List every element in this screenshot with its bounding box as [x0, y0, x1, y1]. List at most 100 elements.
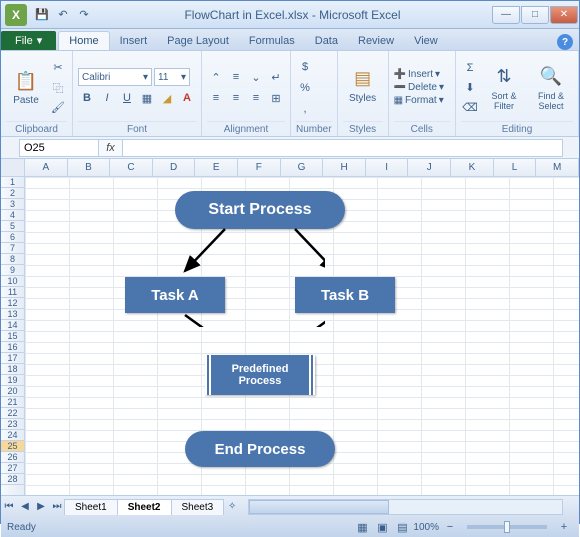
file-tab[interactable]: File▾	[1, 31, 56, 50]
sheet-tab-3[interactable]: Sheet3	[171, 499, 225, 515]
row-header[interactable]: 10	[1, 276, 24, 287]
border-button[interactable]: ▦	[138, 89, 156, 107]
tab-formulas[interactable]: Formulas	[239, 32, 305, 50]
tab-view[interactable]: View	[404, 32, 448, 50]
minimize-button[interactable]: —	[492, 6, 520, 24]
row-header[interactable]: 6	[1, 232, 24, 243]
help-icon[interactable]: ?	[557, 34, 573, 50]
clear-button[interactable]: ⌫	[461, 99, 479, 117]
bold-button[interactable]: B	[78, 89, 96, 107]
row-header[interactable]: 21	[1, 397, 24, 408]
name-box[interactable]: O25	[19, 139, 99, 157]
format-button[interactable]: ▦Format▾	[394, 95, 450, 106]
align-middle-button[interactable]: ≡	[227, 68, 245, 86]
row-header[interactable]: 25	[1, 441, 24, 452]
row-header[interactable]: 26	[1, 452, 24, 463]
horizontal-scrollbar[interactable]	[248, 499, 563, 515]
shape-task-b[interactable]: Task B	[295, 277, 395, 313]
font-name-select[interactable]: Calibri▾	[78, 68, 152, 86]
tab-page-layout[interactable]: Page Layout	[157, 32, 239, 50]
tab-insert[interactable]: Insert	[110, 32, 158, 50]
col-header[interactable]: F	[238, 159, 281, 176]
new-sheet-button[interactable]: ✧	[224, 499, 240, 515]
first-sheet-button[interactable]: ⏮	[1, 499, 17, 515]
shape-predefined-process[interactable]: Predefined Process	[205, 355, 315, 395]
merge-button[interactable]: ⊞	[267, 89, 285, 107]
fill-button[interactable]: ⬇	[461, 79, 479, 97]
sheet-tab-1[interactable]: Sheet1	[64, 499, 118, 515]
col-header[interactable]: E	[195, 159, 238, 176]
worksheet-grid[interactable]: ABCDEFGHIJKLM 12345678910111213141516171…	[1, 159, 579, 495]
currency-button[interactable]: $	[296, 58, 314, 76]
row-header[interactable]: 17	[1, 353, 24, 364]
col-header[interactable]: A	[25, 159, 68, 176]
col-header[interactable]: I	[366, 159, 409, 176]
redo-icon[interactable]: ↷	[75, 6, 93, 24]
row-header[interactable]: 8	[1, 254, 24, 265]
wrap-text-button[interactable]: ↵	[267, 68, 285, 86]
row-header[interactable]: 16	[1, 342, 24, 353]
align-left-button[interactable]: ≡	[207, 89, 225, 107]
row-header[interactable]: 20	[1, 386, 24, 397]
col-header[interactable]: L	[494, 159, 537, 176]
font-size-select[interactable]: 11▾	[154, 68, 190, 86]
copy-icon[interactable]: ⿻	[49, 79, 67, 97]
page-layout-view-button[interactable]: ▣	[373, 518, 391, 536]
italic-button[interactable]: I	[98, 89, 116, 107]
row-header[interactable]: 13	[1, 309, 24, 320]
row-header[interactable]: 24	[1, 430, 24, 441]
col-header[interactable]: K	[451, 159, 494, 176]
row-header[interactable]: 15	[1, 331, 24, 342]
col-header[interactable]: M	[536, 159, 579, 176]
align-center-button[interactable]: ≡	[227, 89, 245, 107]
styles-button[interactable]: ▤ Styles	[343, 54, 383, 116]
row-header[interactable]: 2	[1, 188, 24, 199]
cut-icon[interactable]: ✂	[49, 59, 67, 77]
underline-button[interactable]: U	[118, 89, 136, 107]
zoom-slider[interactable]	[467, 525, 547, 529]
shape-start-process[interactable]: Start Process	[175, 191, 345, 229]
align-top-button[interactable]: ⌃	[207, 68, 225, 86]
row-header[interactable]: 5	[1, 221, 24, 232]
align-bottom-button[interactable]: ⌄	[247, 68, 265, 86]
normal-view-button[interactable]: ▦	[353, 518, 371, 536]
col-header[interactable]: D	[153, 159, 196, 176]
row-header[interactable]: 1	[1, 177, 24, 188]
fx-button[interactable]: fx	[99, 139, 123, 157]
row-header[interactable]: 9	[1, 265, 24, 276]
autosum-button[interactable]: Σ	[461, 59, 479, 77]
column-headers[interactable]: ABCDEFGHIJKLM	[25, 159, 579, 177]
find-select-button[interactable]: 🔍 Find & Select	[529, 57, 573, 119]
save-icon[interactable]: 💾	[33, 6, 51, 24]
insert-button[interactable]: ➕Insert▾	[394, 69, 450, 80]
sheet-tab-2[interactable]: Sheet2	[117, 499, 172, 515]
page-break-view-button[interactable]: ▤	[393, 518, 411, 536]
row-header[interactable]: 23	[1, 419, 24, 430]
shape-task-a[interactable]: Task A	[125, 277, 225, 313]
col-header[interactable]: H	[323, 159, 366, 176]
comma-button[interactable]: ,	[296, 100, 314, 118]
tab-home[interactable]: Home	[58, 31, 109, 50]
sort-filter-button[interactable]: ⇅ Sort & Filter	[482, 57, 526, 119]
close-button[interactable]: ✕	[550, 6, 578, 24]
format-painter-icon[interactable]: 🖌	[49, 99, 67, 117]
percent-button[interactable]: %	[296, 79, 314, 97]
align-right-button[interactable]: ≡	[247, 89, 265, 107]
row-header[interactable]: 3	[1, 199, 24, 210]
col-header[interactable]: J	[408, 159, 451, 176]
tab-review[interactable]: Review	[348, 32, 404, 50]
row-header[interactable]: 19	[1, 375, 24, 386]
next-sheet-button[interactable]: ▶	[33, 499, 49, 515]
row-header[interactable]: 18	[1, 364, 24, 375]
zoom-in-button[interactable]: +	[555, 518, 573, 536]
row-header[interactable]: 27	[1, 463, 24, 474]
last-sheet-button[interactable]: ⏭	[49, 499, 65, 515]
tab-data[interactable]: Data	[305, 32, 348, 50]
select-all-corner[interactable]	[1, 159, 25, 177]
zoom-out-button[interactable]: −	[441, 518, 459, 536]
fill-color-button[interactable]: ◢	[158, 89, 176, 107]
undo-icon[interactable]: ↶	[54, 6, 72, 24]
formula-input[interactable]	[123, 139, 563, 157]
delete-button[interactable]: ➖Delete▾	[394, 82, 450, 93]
row-header[interactable]: 12	[1, 298, 24, 309]
